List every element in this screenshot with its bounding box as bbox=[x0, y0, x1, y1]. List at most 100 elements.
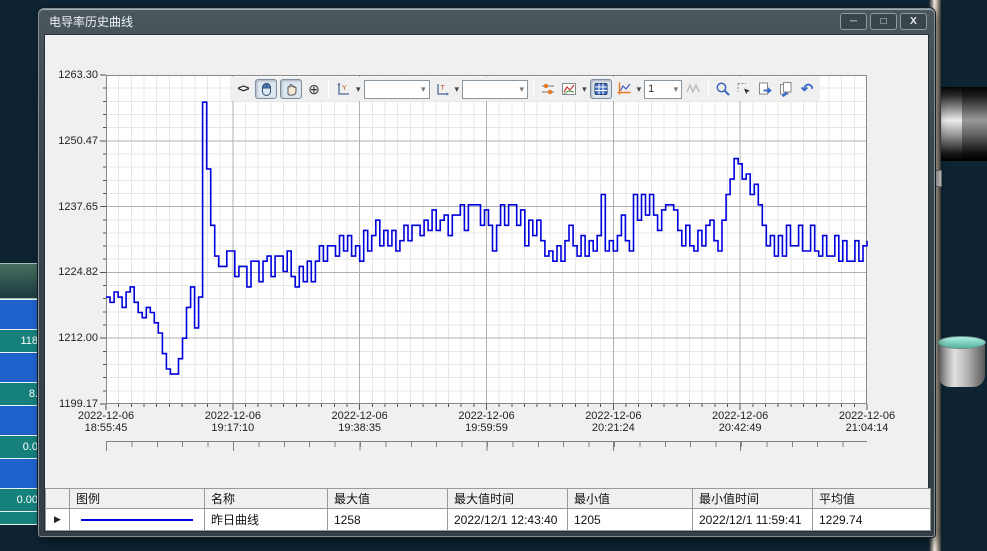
col-header-min[interactable]: 最小值 bbox=[568, 489, 693, 509]
hmi-blue-bar bbox=[0, 405, 40, 436]
svg-text:Y: Y bbox=[342, 85, 347, 92]
x-axis-tick-label: 2022-12-0619:17:10 bbox=[205, 410, 261, 434]
toolbar-separator bbox=[328, 80, 329, 98]
toolbar-separator bbox=[708, 80, 709, 98]
y-axis-labels: 1263.301250.471237.651224.821212.001199.… bbox=[45, 75, 101, 404]
horizontal-pipe bbox=[941, 87, 987, 161]
minimize-button[interactable]: ─ bbox=[840, 13, 867, 30]
axes-style-dropdown-arrow[interactable]: ▾ bbox=[637, 84, 642, 95]
time-axis-combobox[interactable]: ▾ bbox=[462, 80, 528, 99]
x-axis-tick-label: 2022-12-0620:21:24 bbox=[585, 410, 641, 434]
x-axis-tick-label: 2022-12-0619:38:35 bbox=[332, 410, 388, 434]
curve-style-dropdown-arrow[interactable]: ▾ bbox=[582, 84, 587, 95]
grid-icon bbox=[593, 81, 609, 97]
pan-mode-button[interactable] bbox=[280, 79, 302, 99]
legend-table-header-row: 图例 名称 最大值 最大值时间 最小值 最小值时间 平均值 bbox=[46, 489, 931, 509]
curve-style-icon bbox=[561, 81, 577, 97]
legend-table: 图例 名称 最大值 最大值时间 最小值 最小值时间 平均值 ▶ 昨日曲线 125… bbox=[45, 488, 931, 531]
col-header-name[interactable]: 名称 bbox=[205, 489, 328, 509]
hmi-teal-strip bbox=[0, 511, 40, 525]
chart-toolbar: <> ⊕ Y ▾ ▾ T ▾ bbox=[230, 77, 820, 101]
copy-page-icon bbox=[778, 81, 794, 97]
curve-style-button[interactable] bbox=[560, 80, 578, 98]
mouse-mode-button[interactable] bbox=[255, 79, 277, 99]
legend-line bbox=[81, 519, 193, 521]
hmi-left-panel: 118 8. 0.0 0.00 bbox=[0, 263, 40, 525]
cell-min-time: 2022/12/1 11:59:41 bbox=[693, 509, 813, 531]
grid-toggle-button[interactable] bbox=[590, 79, 612, 99]
tank-cylinder bbox=[938, 341, 985, 387]
time-axis-scale-button[interactable]: T bbox=[433, 80, 451, 98]
y-axis-tick-label: 1250.47 bbox=[58, 135, 98, 147]
axes-style-button[interactable] bbox=[615, 80, 633, 98]
hmi-gradient-block bbox=[0, 263, 40, 299]
y-axis-tick-label: 1199.17 bbox=[59, 398, 98, 410]
y-axis-scale-button[interactable]: Y bbox=[334, 80, 352, 98]
window-title: 电导率历史曲线 bbox=[39, 10, 934, 34]
row-marker-header bbox=[46, 489, 70, 509]
copy-page-button[interactable] bbox=[777, 80, 795, 98]
mouse-icon bbox=[258, 81, 274, 97]
cell-max: 1258 bbox=[328, 509, 448, 531]
cell-name: 昨日曲线 bbox=[205, 509, 328, 531]
time-axis-icon: T bbox=[434, 81, 450, 97]
undo-button[interactable]: ↶ bbox=[798, 80, 816, 98]
cursor-mode-icon[interactable]: <> bbox=[234, 80, 252, 98]
magnifier-icon bbox=[715, 81, 731, 97]
export-button[interactable] bbox=[756, 80, 774, 98]
series-number-combobox[interactable]: 1 ▾ bbox=[644, 80, 682, 99]
row-marker: ▶ bbox=[46, 509, 70, 531]
y-axis-tick-label: 1263.30 bbox=[58, 69, 98, 81]
screen: 118 8. 0.0 0.00 电导率历史曲线 ─ □ X <> bbox=[0, 0, 987, 551]
toolbar-separator bbox=[533, 80, 534, 98]
window-controls: ─ □ X bbox=[840, 13, 927, 30]
series-number-value: 1 bbox=[648, 83, 654, 95]
legend-table-row[interactable]: ▶ 昨日曲线 1258 2022/12/1 12:43:40 1205 2022… bbox=[46, 509, 931, 531]
y-axis-tick-label: 1212.00 bbox=[58, 332, 98, 344]
hmi-blue-bar bbox=[0, 299, 40, 330]
col-header-min-time[interactable]: 最小值时间 bbox=[693, 489, 813, 509]
y-axis-tick-label: 1237.65 bbox=[58, 201, 98, 213]
cell-max-time: 2022/12/1 12:43:40 bbox=[448, 509, 568, 531]
sliders-button[interactable] bbox=[539, 80, 557, 98]
y-axis-dropdown-arrow[interactable]: ▾ bbox=[356, 84, 361, 95]
hmi-blue-bar bbox=[0, 458, 40, 489]
crosshair-button[interactable]: ⊕ bbox=[305, 80, 323, 98]
history-curve-window: 电导率历史曲线 ─ □ X <> ⊕ Y bbox=[38, 8, 935, 537]
col-header-legend[interactable]: 图例 bbox=[70, 489, 205, 509]
window-titlebar[interactable]: 电导率历史曲线 ─ □ X bbox=[39, 9, 934, 34]
chart-client-area: <> ⊕ Y ▾ ▾ T ▾ bbox=[44, 34, 929, 532]
x-axis-tick-label: 2022-12-0621:04:14 bbox=[839, 410, 895, 434]
y-axis-icon: Y bbox=[335, 81, 351, 97]
chart-plot[interactable] bbox=[106, 75, 867, 404]
col-header-max[interactable]: 最大值 bbox=[328, 489, 448, 509]
cell-avg: 1229.74 bbox=[813, 509, 931, 531]
hand-icon bbox=[283, 81, 299, 97]
export-icon bbox=[757, 81, 773, 97]
col-header-avg[interactable]: 平均值 bbox=[813, 489, 931, 509]
sliders-icon bbox=[540, 81, 556, 97]
hmi-value-display: 118 bbox=[0, 330, 40, 352]
hmi-value-display: 8. bbox=[0, 383, 40, 405]
select-region-button[interactable] bbox=[735, 80, 753, 98]
time-axis-dropdown-arrow[interactable]: ▾ bbox=[455, 84, 460, 95]
x-axis-tick-label: 2022-12-0618:55:45 bbox=[78, 410, 134, 434]
zoom-button[interactable] bbox=[714, 80, 732, 98]
hmi-value-display: 0.00 bbox=[0, 489, 40, 511]
hmi-blue-bar bbox=[0, 352, 40, 383]
svg-text:T: T bbox=[440, 85, 445, 92]
maximize-button[interactable]: □ bbox=[870, 13, 897, 30]
col-header-max-time[interactable]: 最大值时间 bbox=[448, 489, 568, 509]
time-range-navigator[interactable] bbox=[106, 441, 867, 451]
wave-icon bbox=[686, 81, 702, 97]
cell-min: 1205 bbox=[568, 509, 693, 531]
hmi-value-display: 0.0 bbox=[0, 436, 40, 458]
axes-style-icon bbox=[616, 81, 632, 97]
combo-arrow-icon: ▾ bbox=[421, 84, 426, 95]
wave-button[interactable] bbox=[685, 80, 703, 98]
close-button[interactable]: X bbox=[900, 13, 927, 30]
cell-legend bbox=[70, 509, 205, 531]
y-axis-combobox[interactable]: ▾ bbox=[364, 80, 430, 99]
select-region-icon bbox=[736, 81, 752, 97]
combo-arrow-icon: ▾ bbox=[520, 84, 525, 95]
